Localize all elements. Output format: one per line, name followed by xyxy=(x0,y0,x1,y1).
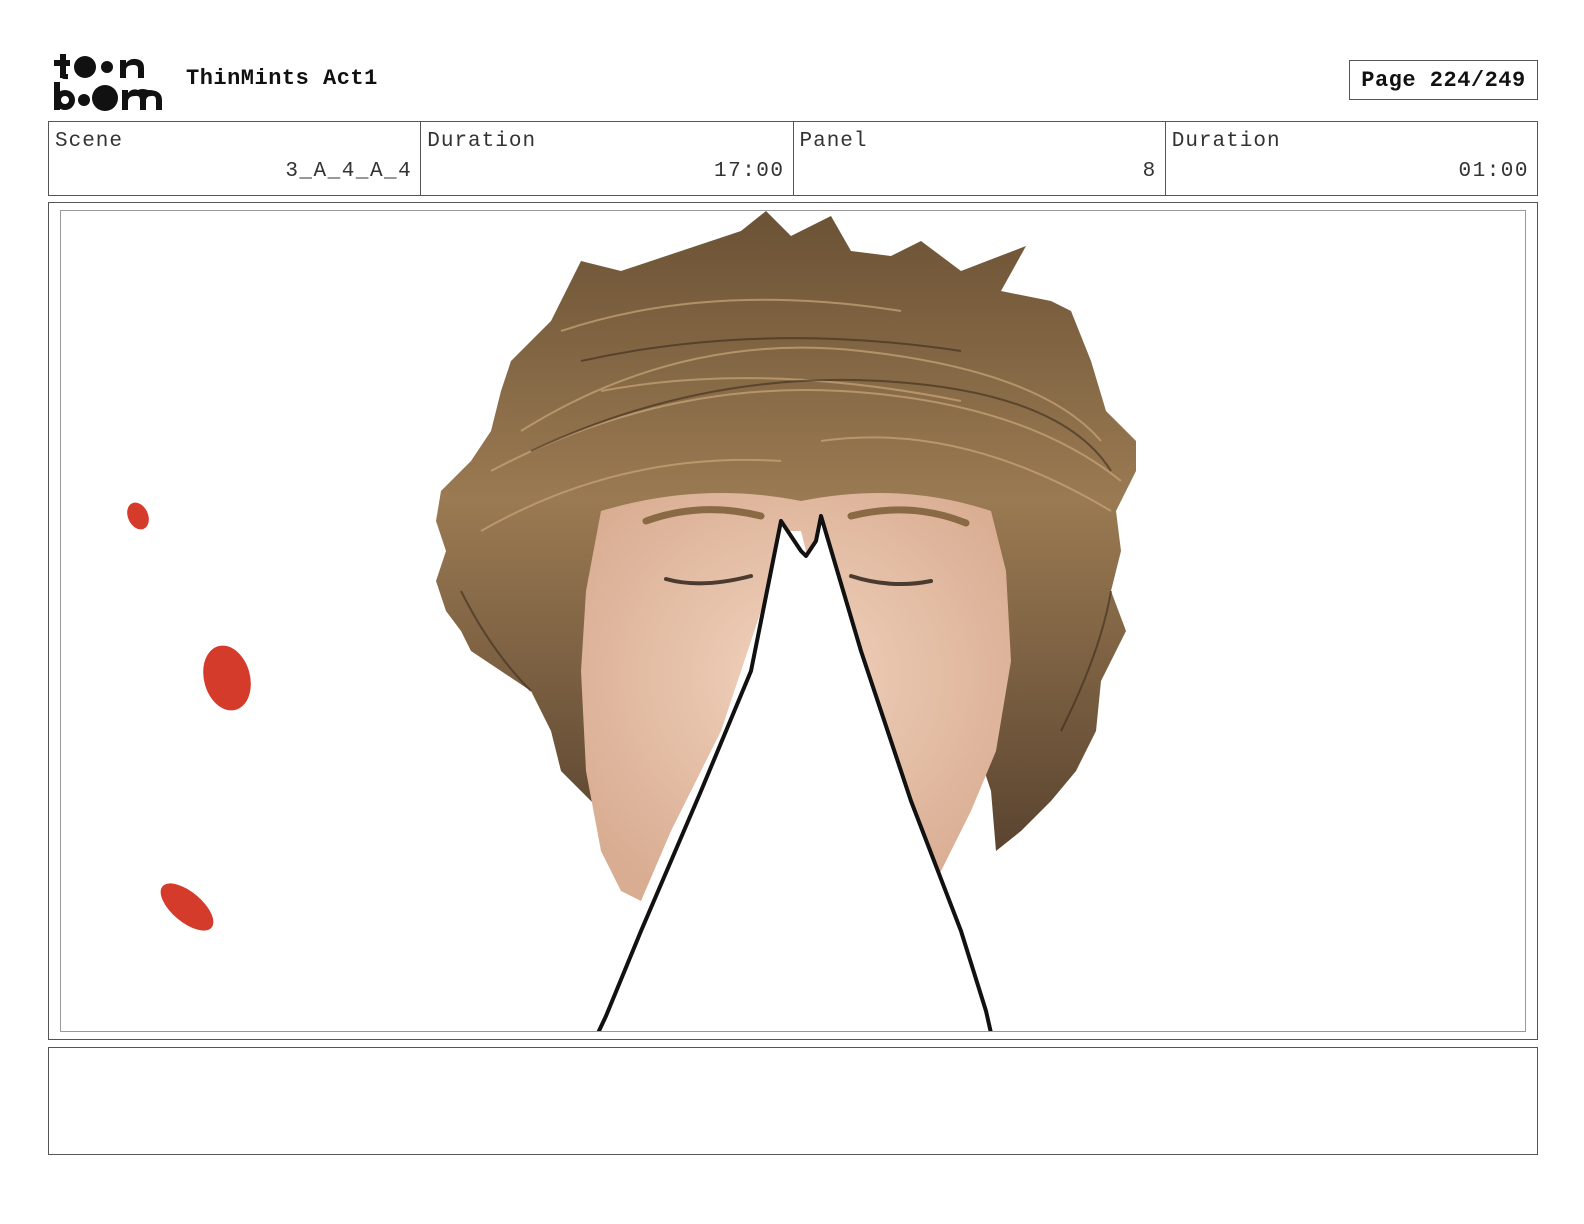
panel-duration-label: Duration xyxy=(1171,130,1281,153)
panel-value: 8 xyxy=(1142,160,1157,183)
scene-label: Scene xyxy=(55,130,124,153)
panel-cell: Panel 8 xyxy=(794,122,1166,195)
panel-label: Panel xyxy=(799,130,868,153)
scene-duration-cell: Duration 17:00 xyxy=(421,122,794,195)
blood-drop-large xyxy=(203,645,251,711)
panel-duration-value: 01:00 xyxy=(1458,160,1529,183)
scene-duration-value: 17:00 xyxy=(713,160,785,183)
panel-drawing-area xyxy=(60,210,1526,1032)
scene-value: 3_A_4_A_4 xyxy=(285,160,413,183)
page-number: Page 224/249 xyxy=(1349,60,1538,100)
blood-drop-small xyxy=(127,502,149,530)
panel-notes-box xyxy=(48,1047,1538,1155)
panel-duration-cell: Duration 01:00 xyxy=(1166,122,1537,195)
scene-cell: Scene 3_A_4_A_4 xyxy=(49,122,422,195)
project-title: ThinMints Act1 xyxy=(186,66,378,91)
scene-info-table: Scene 3_A_4_A_4 Duration 17:00 Panel 8 D… xyxy=(48,121,1538,196)
blood-drop-elongated xyxy=(160,883,214,931)
scene-duration-label: Duration xyxy=(427,130,537,153)
toon-boom-logo xyxy=(54,54,162,111)
panel-artwork xyxy=(127,211,1136,1031)
